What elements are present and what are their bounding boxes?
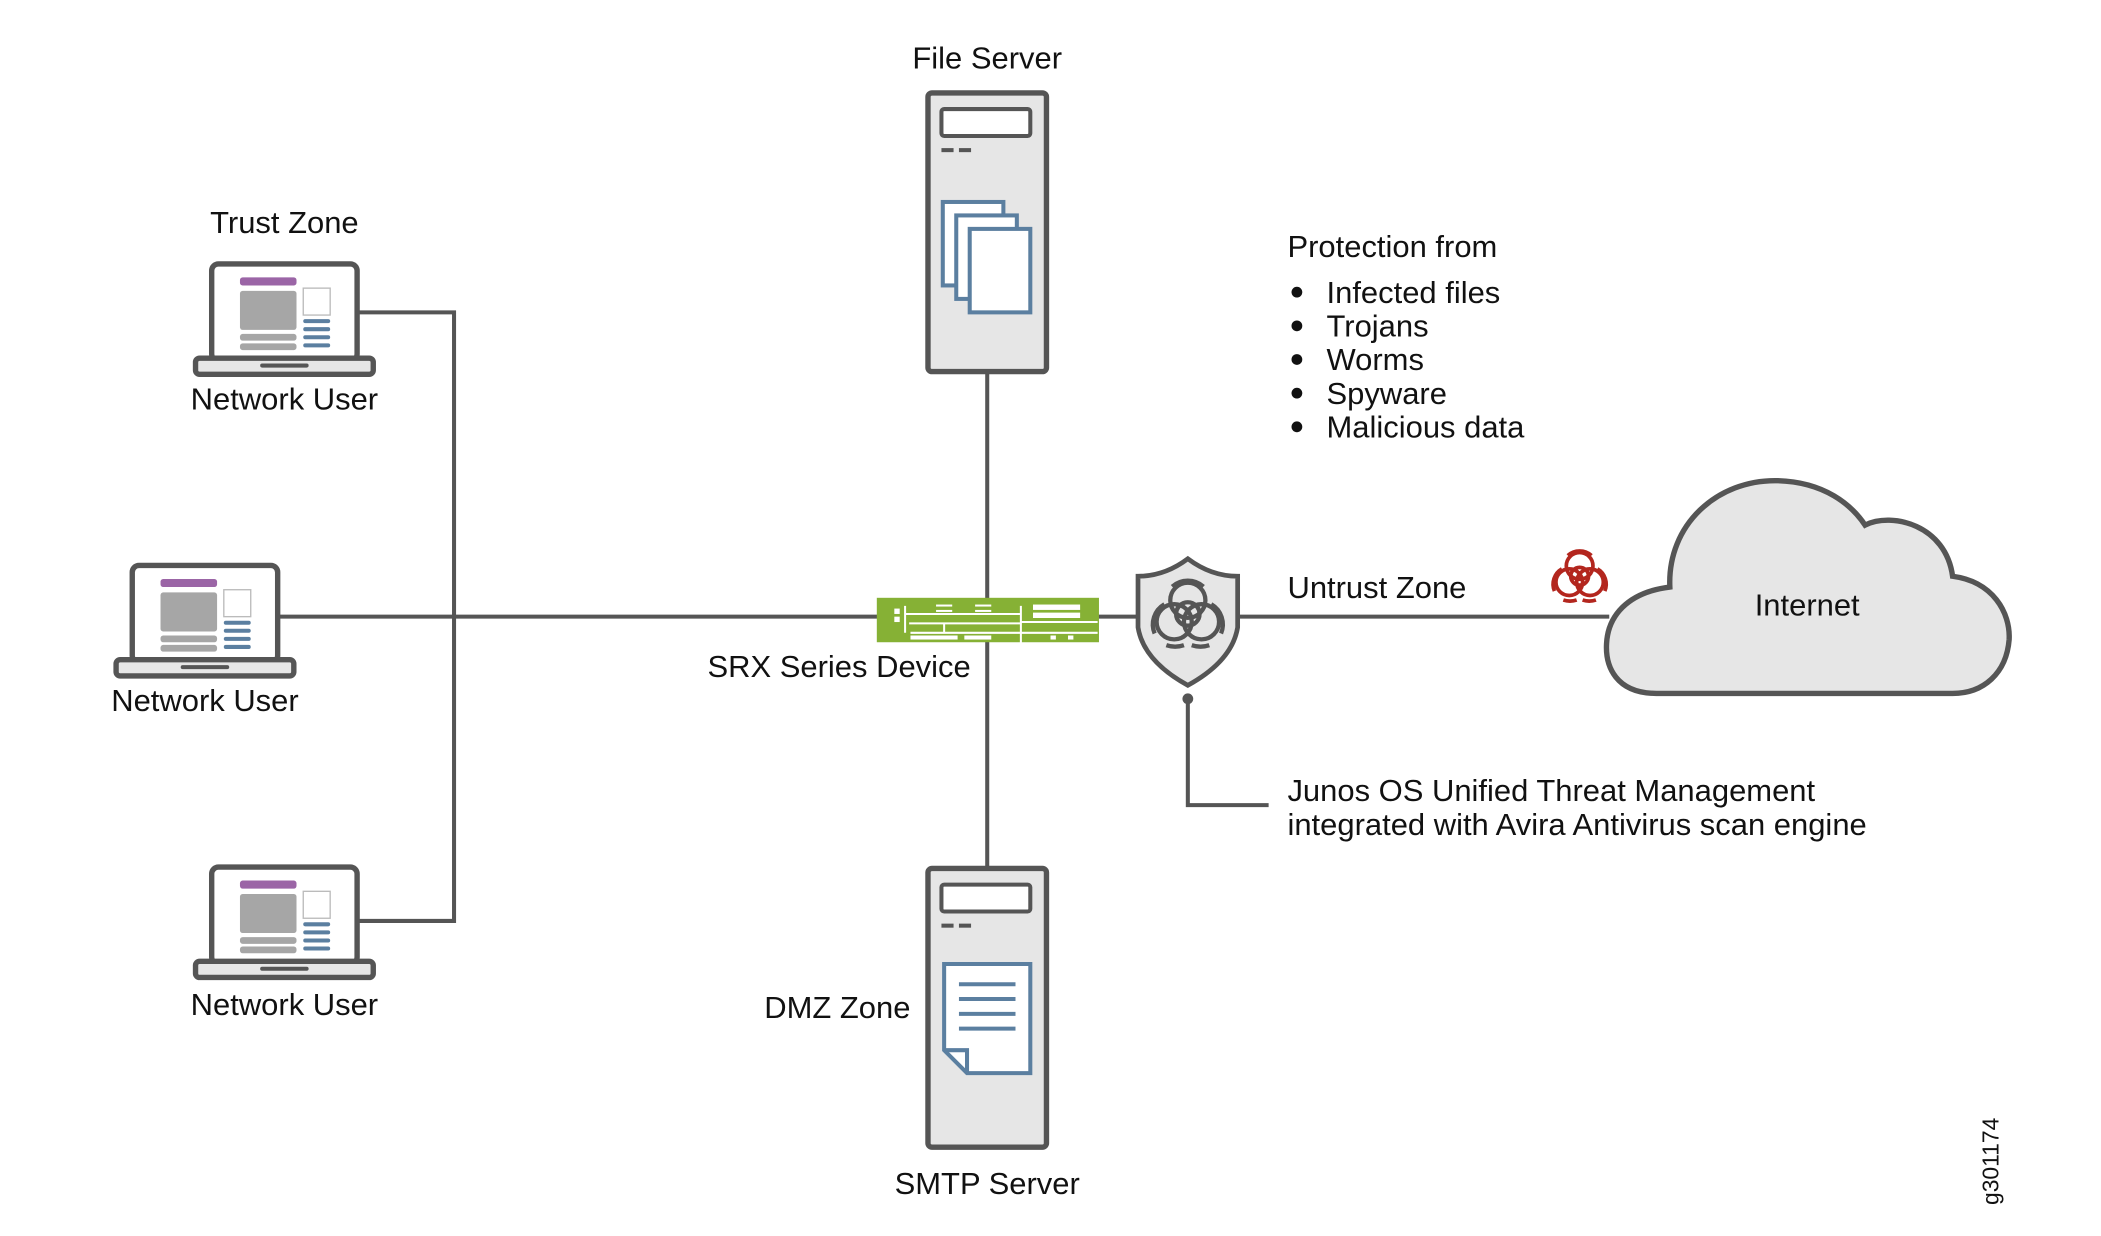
annotation-leader xyxy=(1185,698,1269,808)
switch-icon xyxy=(876,597,1099,644)
network-user-label: Network User xyxy=(111,683,298,718)
dmz-zone-label: DMZ Zone xyxy=(764,990,910,1025)
list-item-text: Malicious data xyxy=(1327,410,1526,445)
list-item: Trojans xyxy=(1291,309,1429,344)
protection-heading: Protection from xyxy=(1287,229,1497,264)
file-server-label: File Server xyxy=(912,41,1062,76)
protection-list: Protection from Infected files Trojans W… xyxy=(1287,229,1525,444)
annotation-dot xyxy=(1182,693,1194,705)
annotation-line-2: integrated with Avira Antivirus scan eng… xyxy=(1287,807,1866,842)
list-item: Worms xyxy=(1291,342,1424,377)
list-item: Infected files xyxy=(1291,275,1501,310)
network-diagram: File Server Trust Zone Network User Netw… xyxy=(111,41,2012,1205)
list-item: Malicious data xyxy=(1291,410,1526,445)
annotation-line-1: Junos OS Unified Threat Management xyxy=(1287,773,1815,808)
srx-device-label: SRX Series Device xyxy=(708,649,971,684)
laptop-icon xyxy=(196,867,374,977)
network-user-label: Network User xyxy=(191,987,378,1022)
list-item-text: Trojans xyxy=(1327,309,1429,344)
shield-biohazard-icon xyxy=(1135,555,1241,689)
list-item-text: Spyware xyxy=(1327,376,1447,411)
documents-icon xyxy=(940,199,1033,315)
trust-zone-label: Trust Zone xyxy=(210,205,359,240)
figure-id: g301174 xyxy=(1977,1117,2003,1205)
email-document-icon xyxy=(942,962,1033,1076)
network-user-label: Network User xyxy=(191,381,378,416)
biohazard-icon xyxy=(1551,549,1609,603)
list-item-text: Worms xyxy=(1327,342,1424,377)
list-item-text: Infected files xyxy=(1327,275,1501,310)
laptop-icon xyxy=(196,264,374,374)
untrust-zone-label: Untrust Zone xyxy=(1287,570,1466,605)
laptop-icon xyxy=(116,565,294,675)
internet-label: Internet xyxy=(1755,587,1860,622)
smtp-server-label: SMTP Server xyxy=(895,1166,1080,1201)
list-item: Spyware xyxy=(1291,376,1447,411)
